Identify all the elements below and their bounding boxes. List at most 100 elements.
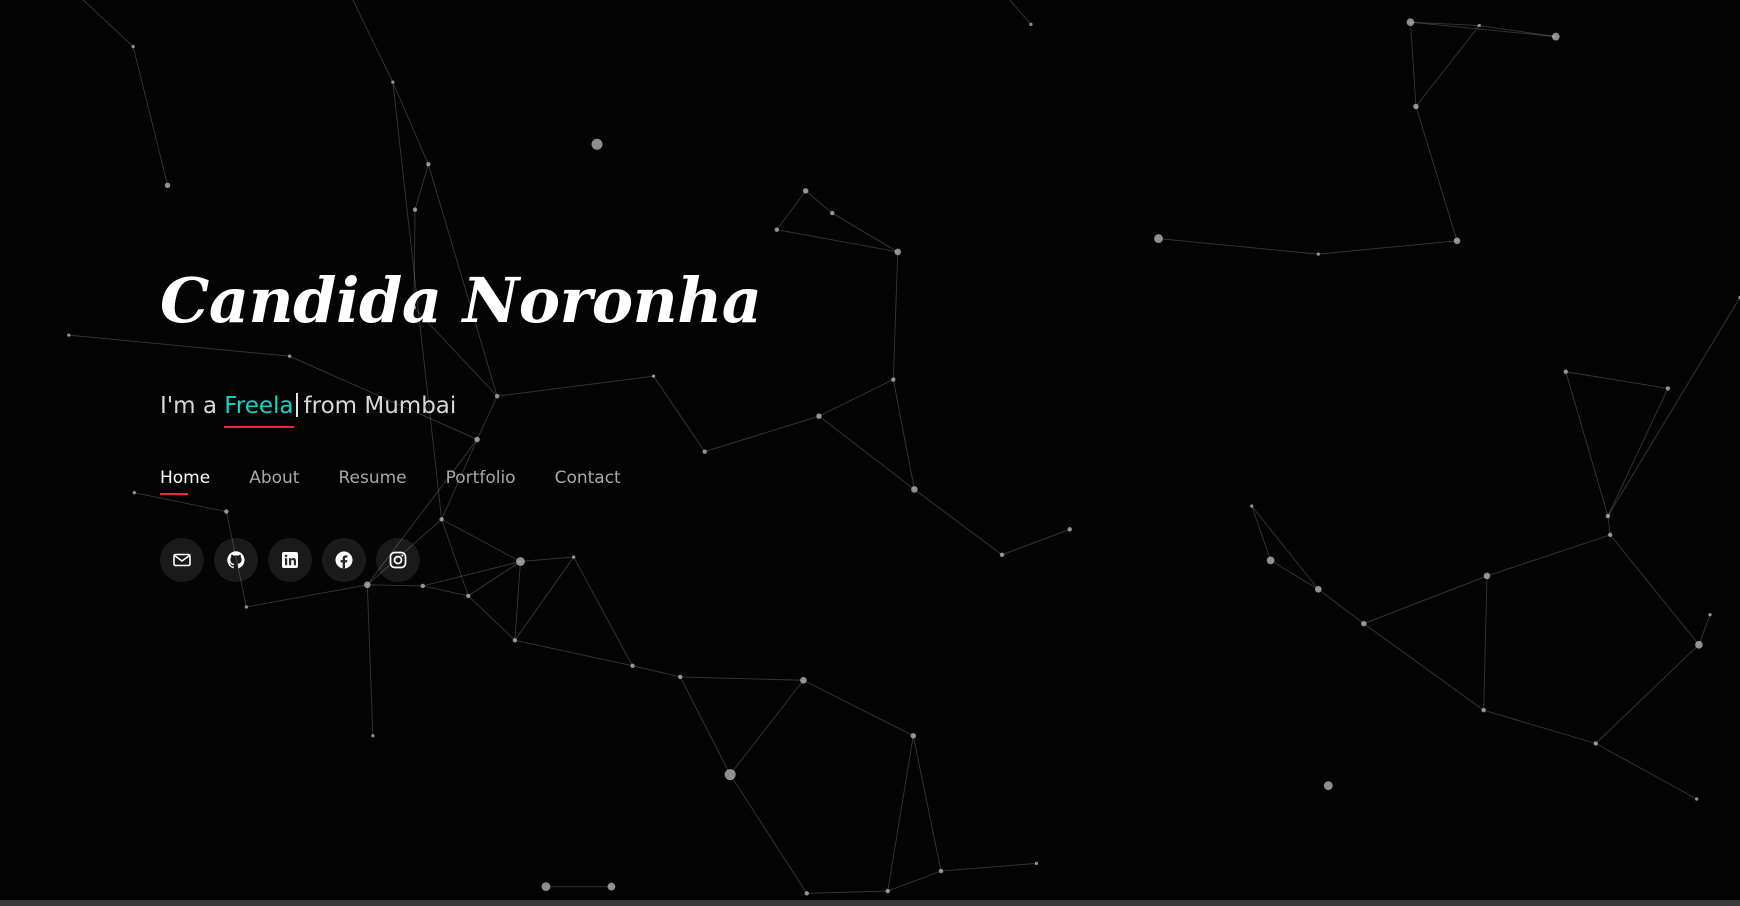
network-node	[1593, 741, 1598, 746]
network-node	[999, 552, 1005, 558]
network-node	[466, 593, 471, 599]
network-node	[572, 555, 576, 559]
network-node	[911, 486, 918, 493]
network-line	[514, 561, 521, 641]
nav-contact[interactable]: Contact	[555, 468, 621, 488]
facebook-link[interactable]	[322, 538, 366, 582]
network-node	[591, 138, 603, 150]
network-node	[1605, 513, 1611, 519]
network-line	[134, 492, 227, 513]
network-line	[514, 639, 633, 667]
network-node	[474, 436, 480, 443]
github-icon	[227, 551, 245, 569]
network-line	[805, 190, 833, 214]
network-line	[467, 595, 516, 641]
network-node	[891, 377, 896, 382]
network-line	[441, 519, 469, 597]
network-node	[1413, 103, 1419, 110]
network-line	[912, 735, 942, 872]
network-line	[1595, 644, 1700, 744]
network-line	[1251, 505, 1272, 561]
tagline-typed-word: Freela	[224, 393, 294, 419]
nav-about[interactable]: About	[249, 468, 299, 488]
network-line	[1415, 106, 1458, 241]
hero-section: Candida Noronha I'm a Freela from Mumbai …	[160, 264, 762, 582]
network-line	[892, 379, 915, 490]
network-line	[132, 46, 169, 186]
network-line	[422, 585, 469, 597]
network-line	[367, 584, 423, 587]
network-line	[632, 665, 681, 678]
network-line	[1001, 528, 1070, 556]
network-node	[412, 207, 418, 212]
network-line	[1483, 709, 1596, 744]
network-line	[1698, 614, 1711, 645]
linkedin-link[interactable]	[268, 538, 312, 582]
network-line	[366, 584, 374, 736]
network-line	[776, 190, 806, 230]
network-line	[887, 735, 914, 892]
tagline-prefix: I'm a	[160, 393, 217, 419]
network-node	[512, 638, 518, 643]
network-line	[476, 395, 498, 440]
nav-portfolio[interactable]: Portfolio	[446, 468, 516, 488]
network-node	[164, 182, 171, 189]
network-node	[1406, 18, 1415, 27]
network-node	[1708, 613, 1712, 617]
network-line	[1270, 560, 1319, 590]
network-line	[414, 164, 429, 210]
network-line	[514, 556, 575, 641]
main-nav: Home About Resume Portfolio Contact	[160, 468, 621, 495]
bottom-scrollbar[interactable]	[0, 900, 1740, 906]
network-node	[894, 248, 902, 256]
network-node	[244, 605, 249, 609]
hero-name: Candida Noronha	[160, 264, 762, 337]
network-node	[630, 663, 635, 669]
social-links	[160, 538, 420, 582]
network-line	[1595, 743, 1697, 800]
network-line	[1363, 575, 1488, 625]
network-line	[422, 561, 521, 587]
network-node	[1067, 527, 1072, 532]
typing-cursor	[295, 393, 298, 417]
network-node	[651, 374, 656, 378]
network-node	[1323, 781, 1333, 791]
network-node	[426, 162, 431, 167]
network-line	[1409, 22, 1417, 107]
nav-home[interactable]: Home	[160, 468, 210, 495]
network-node	[494, 393, 500, 399]
network-node	[830, 210, 835, 216]
network-node	[391, 80, 395, 84]
network-line	[704, 415, 820, 453]
network-node	[1361, 620, 1367, 627]
network-line	[82, 0, 134, 47]
email-link[interactable]	[160, 538, 204, 582]
network-line	[68, 334, 290, 357]
network-node	[1453, 237, 1461, 245]
network-line	[1486, 534, 1611, 577]
network-node	[371, 734, 375, 738]
network-line	[803, 679, 914, 737]
network-node	[1551, 32, 1560, 41]
hero-tagline: I'm a Freela from Mumbai	[160, 393, 456, 419]
network-node	[724, 769, 736, 781]
network-line	[246, 584, 368, 608]
network-line	[1607, 297, 1740, 517]
github-link[interactable]	[214, 538, 258, 582]
instagram-link[interactable]	[376, 538, 420, 582]
linkedin-icon	[282, 552, 298, 568]
network-line	[892, 251, 899, 380]
network-node	[1034, 861, 1039, 865]
nav-resume[interactable]: Resume	[338, 468, 406, 488]
network-line	[914, 489, 1003, 556]
network-line	[887, 870, 942, 892]
network-line	[497, 375, 654, 397]
network-line	[818, 379, 894, 417]
network-line	[1009, 0, 1032, 25]
network-node	[67, 333, 71, 337]
network-node	[132, 491, 136, 495]
network-line	[1251, 505, 1319, 590]
network-node	[774, 227, 779, 232]
network-line	[1565, 371, 1668, 389]
network-node	[1154, 234, 1163, 243]
